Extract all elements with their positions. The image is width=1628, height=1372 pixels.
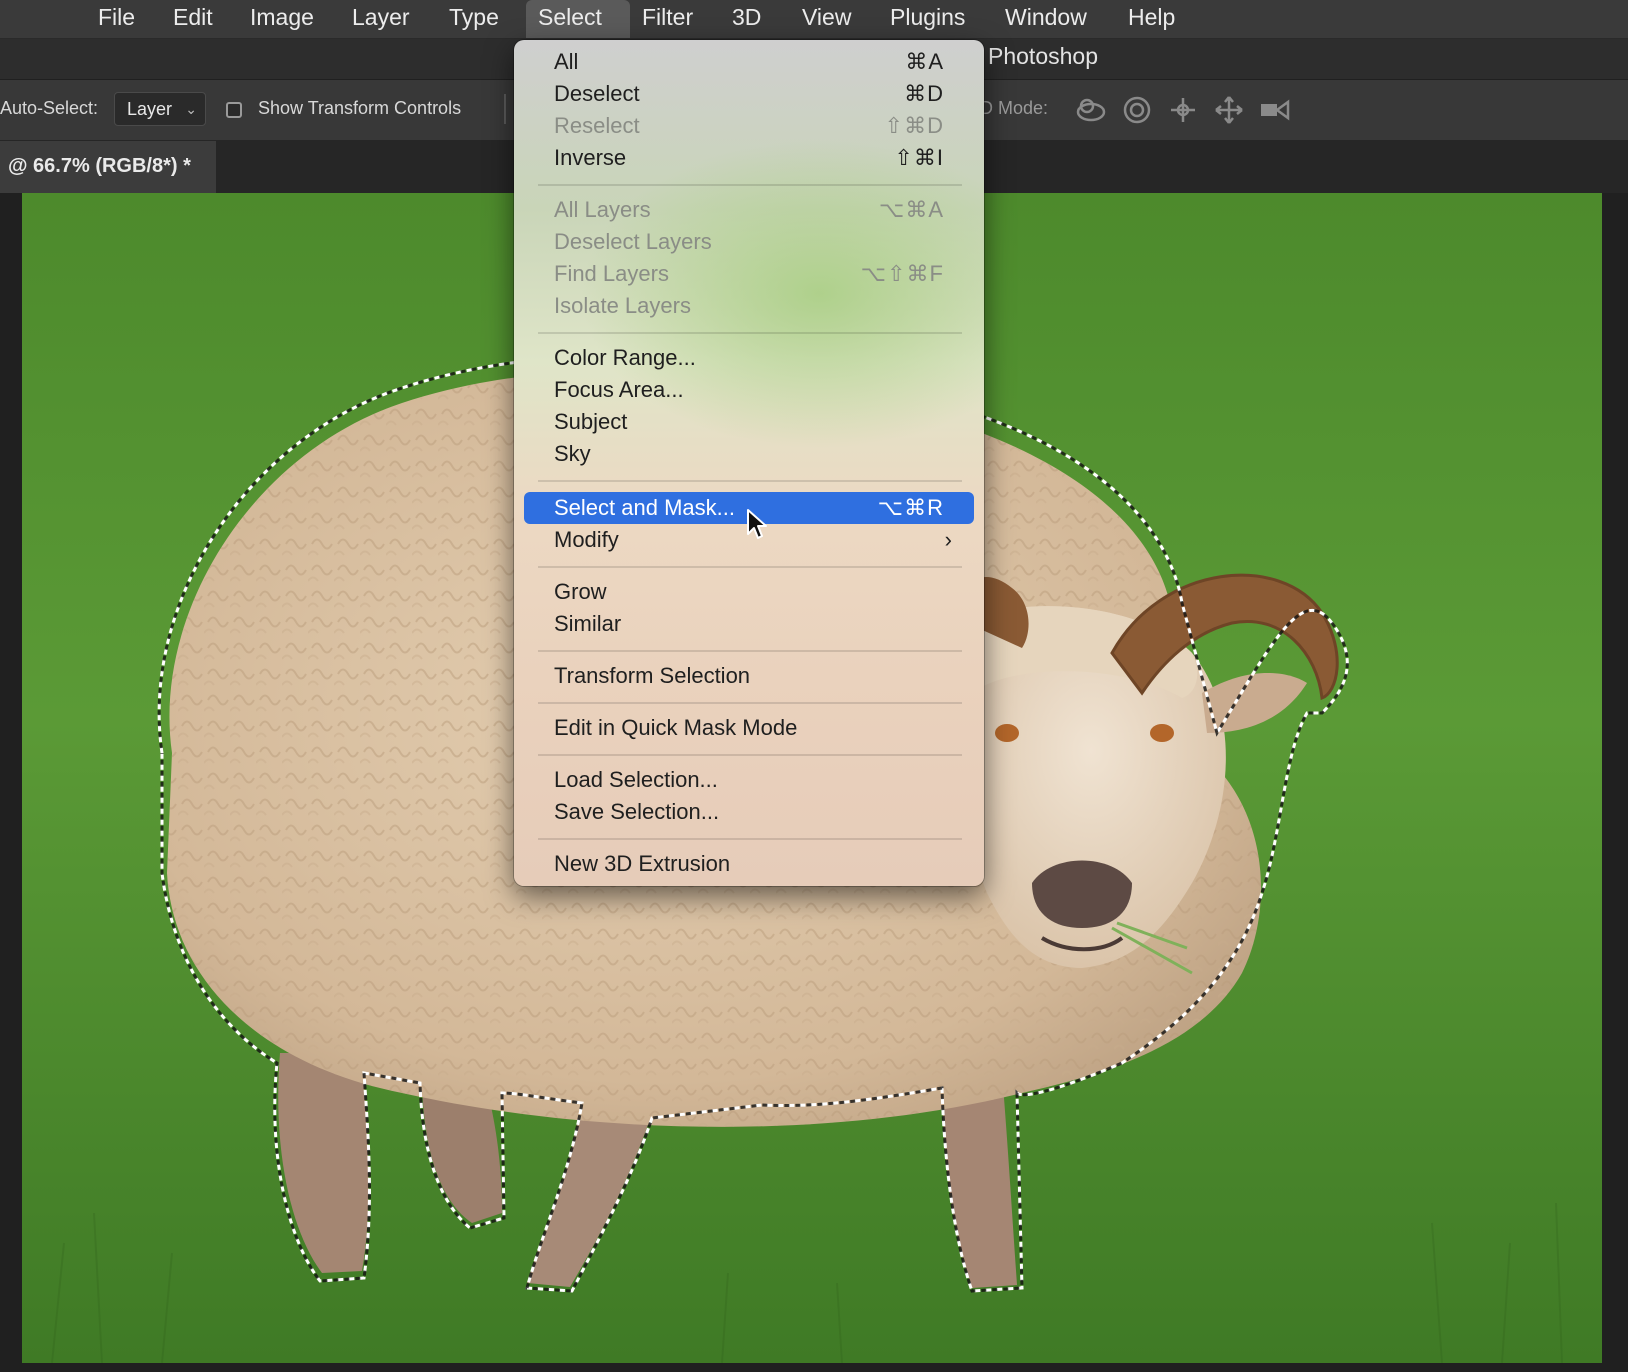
menu-item-shortcut: ⌥⌘A <box>878 197 944 222</box>
menu-item-load-selection[interactable]: Load Selection... <box>524 764 974 796</box>
menu-item-color-range[interactable]: Color Range... <box>524 342 974 374</box>
pan-3d-icon[interactable] <box>1166 94 1200 126</box>
menu-separator <box>538 702 962 704</box>
menu-plugins[interactable]: Plugins <box>878 0 977 38</box>
menu-item-transform-selection[interactable]: Transform Selection <box>524 660 974 692</box>
menu-item-similar[interactable]: Similar <box>524 608 974 640</box>
menu-item-shortcut: ⌘D <box>904 81 944 106</box>
auto-select-label: Auto-Select: <box>0 98 99 118</box>
menu-item-subject[interactable]: Subject <box>524 406 974 438</box>
options-divider <box>504 94 506 124</box>
slide-3d-icon[interactable] <box>1212 94 1246 126</box>
menu-item-reselect: Reselect ⇧⌘D <box>524 110 974 142</box>
menu-item-grow[interactable]: Grow <box>524 576 974 608</box>
menu-item-isolate-layers: Isolate Layers <box>524 290 974 322</box>
menu-item-shortcut: ⌥⌘R <box>877 495 944 520</box>
menu-item-save-selection[interactable]: Save Selection... <box>524 796 974 828</box>
menu-item-label: Subject <box>554 409 628 434</box>
auto-select-dropdown[interactable]: Layer ⌄ <box>114 92 206 126</box>
menu-3d[interactable]: 3D <box>720 0 773 38</box>
show-transform-label: Show Transform Controls <box>258 98 462 118</box>
menu-item-label: All Layers <box>554 197 651 222</box>
menu-separator <box>538 650 962 652</box>
menu-item-shortcut: ⇧⌘I <box>894 145 944 170</box>
menu-item-label: Find Layers <box>554 261 669 286</box>
menu-item-label: Sky <box>554 441 591 466</box>
menu-item-label: Inverse <box>554 145 627 170</box>
menu-item-label: Color Range... <box>554 345 696 370</box>
menu-item-label: Reselect <box>554 113 640 138</box>
menu-item-label: Grow <box>554 579 607 604</box>
menu-separator <box>538 480 962 482</box>
menu-window[interactable]: Window <box>993 0 1099 38</box>
menu-item-label: Isolate Layers <box>554 293 691 318</box>
menu-separator <box>538 754 962 756</box>
menu-type[interactable]: Type <box>437 0 511 38</box>
menu-item-sky[interactable]: Sky <box>524 438 974 470</box>
sheep-eye <box>995 724 1019 742</box>
menu-item-label: Load Selection... <box>554 767 718 792</box>
sheep-eye <box>1150 724 1174 742</box>
3d-mode-label: D Mode: <box>980 98 1049 118</box>
menu-item-label: Similar <box>554 611 622 636</box>
show-transform-checkbox[interactable] <box>226 102 242 118</box>
menu-image[interactable]: Image <box>238 0 326 38</box>
menu-item-quick-mask[interactable]: Edit in Quick Mask Mode <box>524 712 974 744</box>
menu-item-label: Edit in Quick Mask Mode <box>554 715 798 740</box>
menu-layer[interactable]: Layer <box>340 0 422 38</box>
roll-3d-icon[interactable] <box>1120 94 1154 126</box>
menu-item-label: New 3D Extrusion <box>554 851 731 876</box>
menu-item-label: Transform Selection <box>554 663 751 688</box>
menu-separator <box>538 566 962 568</box>
menu-item-label: Save Selection... <box>554 799 720 824</box>
menu-item-deselect-layers: Deselect Layers <box>524 226 974 258</box>
menu-file[interactable]: File <box>86 0 147 38</box>
menu-view[interactable]: View <box>790 0 863 38</box>
menu-item-inverse[interactable]: Inverse ⇧⌘I <box>524 142 974 174</box>
document-tab[interactable]: @ 66.7% (RGB/8*) * <box>0 141 216 193</box>
menu-edit[interactable]: Edit <box>161 0 225 38</box>
mouse-pointer-icon <box>747 509 767 539</box>
menu-item-find-layers: Find Layers ⌥⇧⌘F <box>524 258 974 290</box>
menu-item-label: Deselect Layers <box>554 229 712 254</box>
auto-select-value: Layer <box>127 99 173 119</box>
menu-item-deselect[interactable]: Deselect ⌘D <box>524 78 974 110</box>
chevron-right-icon: › <box>944 527 952 552</box>
menu-item-label: Select and Mask... <box>554 495 735 520</box>
menu-separator <box>538 838 962 840</box>
menu-item-label: Focus Area... <box>554 377 684 402</box>
menu-item-focus-area[interactable]: Focus Area... <box>524 374 974 406</box>
menu-item-all[interactable]: All ⌘A <box>524 46 974 78</box>
scale-3d-icon[interactable] <box>1258 94 1292 126</box>
menu-item-shortcut: ⌘A <box>905 49 944 74</box>
menu-item-shortcut: ⇧⌘D <box>884 113 944 138</box>
menu-item-shortcut: ⌥⇧⌘F <box>860 261 944 286</box>
menu-item-label: All <box>554 49 579 74</box>
menu-item-label: Modify <box>554 527 619 552</box>
menu-item-all-layers: All Layers ⌥⌘A <box>524 194 974 226</box>
menu-separator <box>538 184 962 186</box>
menu-item-new-3d-extrusion[interactable]: New 3D Extrusion <box>524 848 974 880</box>
menu-select[interactable]: Select <box>526 0 630 38</box>
menu-filter[interactable]: Filter <box>630 0 705 38</box>
menu-item-label: Deselect <box>554 81 640 106</box>
app-title: Photoshop <box>988 43 1098 69</box>
select-menu: All ⌘A Deselect ⌘D Reselect ⇧⌘D Inverse … <box>514 40 984 886</box>
menu-bar: File Edit Image Layer Type Select Filter… <box>0 0 1628 39</box>
menu-help[interactable]: Help <box>1116 0 1187 38</box>
orbit-3d-icon[interactable] <box>1074 94 1108 126</box>
menu-separator <box>538 332 962 334</box>
chevron-down-icon: ⌄ <box>185 101 197 117</box>
